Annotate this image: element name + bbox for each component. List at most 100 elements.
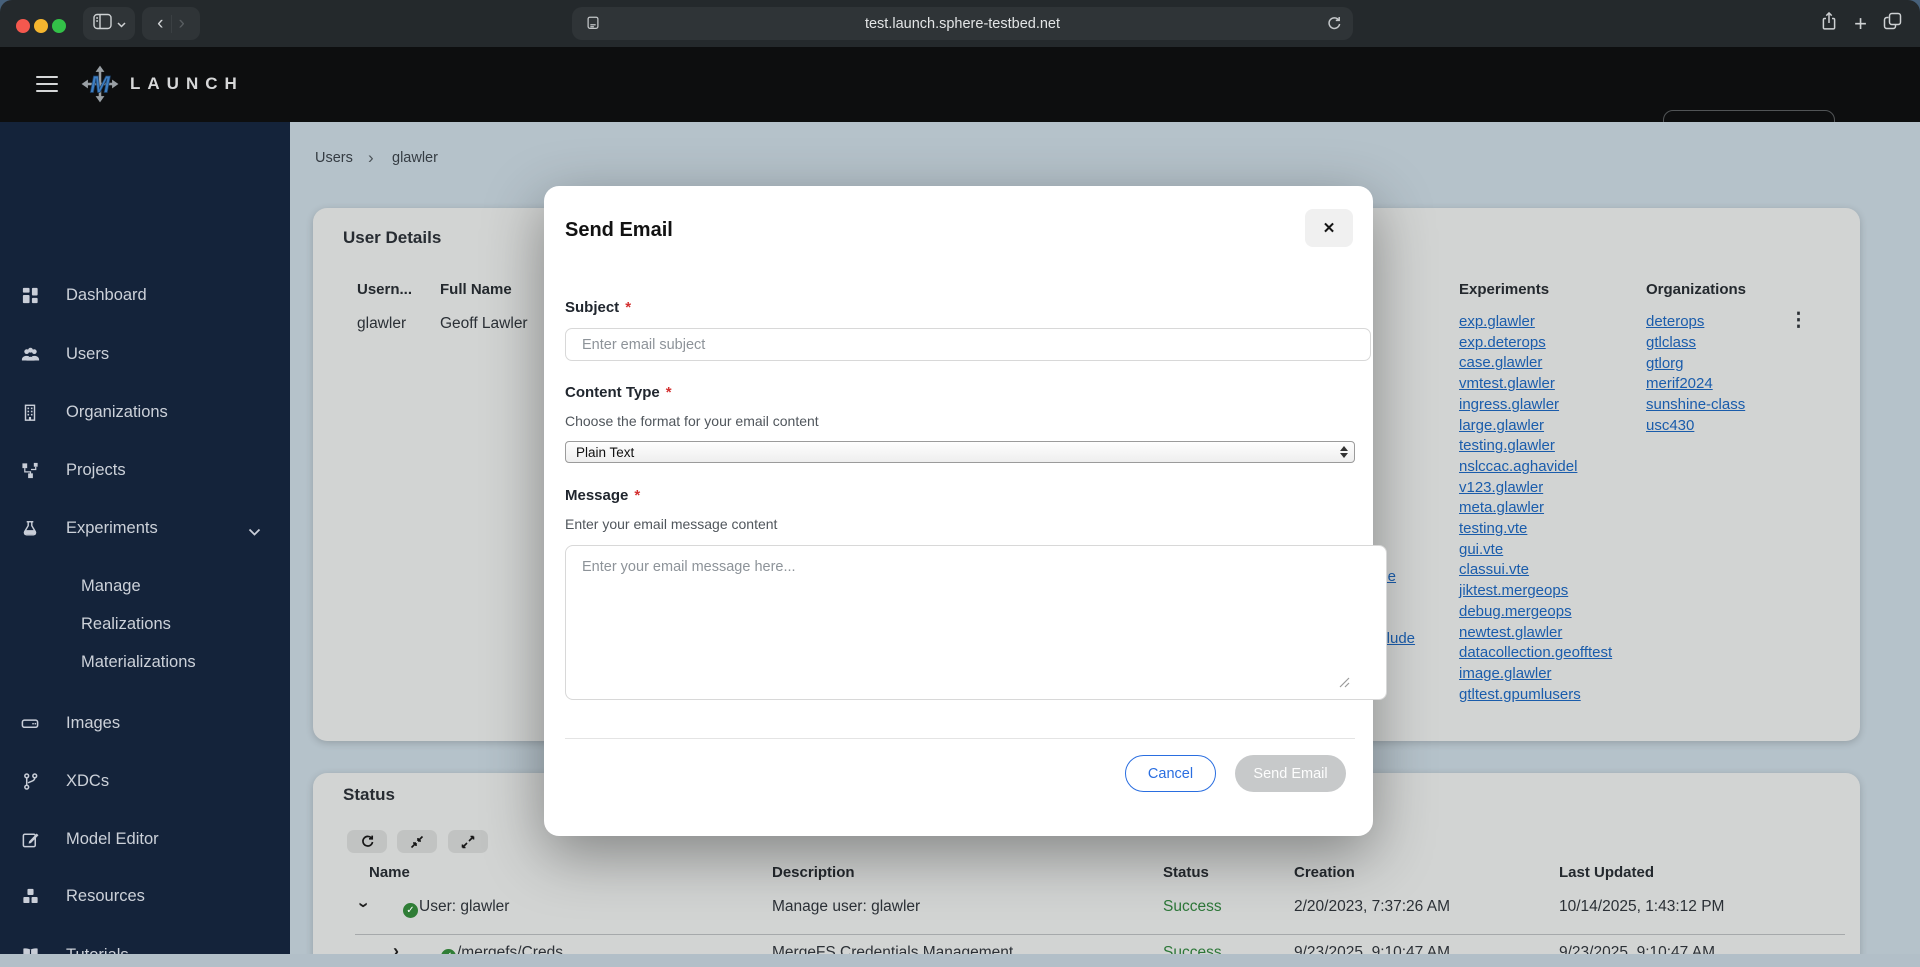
expand-all-button[interactable] bbox=[448, 830, 488, 853]
share-icon[interactable] bbox=[1820, 11, 1838, 36]
breadcrumb-current: glawler bbox=[392, 150, 438, 166]
refresh-icon bbox=[361, 835, 373, 847]
sidebar-item-materializations[interactable]: Materializations bbox=[0, 642, 290, 682]
send-email-button[interactable]: Send Email bbox=[1235, 755, 1346, 792]
sidebar-item-experiments[interactable]: Experiments bbox=[0, 508, 290, 548]
sidebar-item-resources[interactable]: Resources bbox=[0, 876, 290, 916]
close-button[interactable]: ✕ bbox=[1305, 209, 1353, 247]
cell-fullname: Geoff Lawler bbox=[440, 315, 528, 332]
experiment-link[interactable]: vmtest.glawler bbox=[1459, 374, 1612, 395]
organization-link[interactable]: merif2024 bbox=[1646, 374, 1745, 395]
content-type-select[interactable]: Plain Text bbox=[565, 441, 1355, 463]
git-branch-icon bbox=[18, 772, 42, 791]
row-divider bbox=[355, 934, 1845, 935]
required-marker: * bbox=[625, 299, 632, 316]
svg-text:M: M bbox=[90, 71, 111, 98]
sidebar-item-images[interactable]: Images bbox=[0, 703, 290, 743]
experiment-link[interactable]: nslccac.aghavidel bbox=[1459, 457, 1612, 478]
experiment-link[interactable]: exp.glawler bbox=[1459, 312, 1612, 333]
sidebar-item-dashboard[interactable]: Dashboard bbox=[0, 275, 290, 315]
sidebar-item-projects[interactable]: Projects bbox=[0, 450, 290, 490]
new-tab-icon[interactable]: + bbox=[1854, 12, 1867, 34]
kebab-menu-icon[interactable]: ⋮ bbox=[1789, 311, 1808, 330]
status-badge: Success bbox=[1163, 898, 1222, 915]
experiment-link[interactable]: v123.glawler bbox=[1459, 478, 1612, 499]
experiment-link[interactable]: gui.vte bbox=[1459, 540, 1612, 561]
column-header-last-updated: Last Updated bbox=[1559, 864, 1655, 881]
sidebar-item-label: Resources bbox=[66, 886, 145, 905]
sidebar-item-model-editor[interactable]: Model Editor bbox=[0, 819, 290, 859]
flask-icon bbox=[18, 519, 42, 538]
collapse-all-button[interactable] bbox=[397, 830, 437, 853]
organization-link[interactable]: gtlclass bbox=[1646, 333, 1745, 354]
experiment-link[interactable]: case.glawler bbox=[1459, 353, 1612, 374]
breadcrumb-users[interactable]: Users bbox=[315, 150, 353, 166]
sidebar-item-manage[interactable]: Manage bbox=[0, 566, 290, 606]
required-marker: * bbox=[634, 487, 641, 504]
experiment-link[interactable]: gtltest.gpumlusers bbox=[1459, 685, 1612, 706]
organization-link[interactable]: sunshine-class bbox=[1646, 395, 1745, 416]
forward-button[interactable]: › bbox=[172, 7, 192, 40]
chevron-down-icon[interactable]: › bbox=[354, 902, 374, 908]
message-textarea[interactable] bbox=[565, 545, 1387, 700]
send-email-dialog: Send Email ✕ Subject* Content Type* Choo… bbox=[544, 186, 1387, 836]
experiment-link[interactable]: meta.glawler bbox=[1459, 498, 1612, 519]
experiment-link[interactable]: debug.mergeops bbox=[1459, 602, 1612, 623]
tab-overview-icon[interactable] bbox=[1883, 12, 1902, 35]
dialog-footer-divider bbox=[565, 738, 1355, 739]
success-check-icon: ✓ bbox=[403, 903, 418, 918]
page-reader-icon[interactable] bbox=[585, 15, 601, 35]
experiment-link[interactable]: newtest.glawler bbox=[1459, 623, 1612, 644]
history-nav: ‹ › bbox=[142, 7, 200, 40]
experiment-link[interactable]: ingress.glawler bbox=[1459, 395, 1612, 416]
experiment-link[interactable]: large.glawler bbox=[1459, 416, 1612, 437]
row-creation: 2/20/2023, 7:37:26 AM bbox=[1294, 898, 1450, 915]
sidebar-item-users[interactable]: Users bbox=[0, 334, 290, 374]
row-name: ✓ User: glawler bbox=[403, 898, 509, 918]
reload-icon[interactable] bbox=[1326, 15, 1342, 35]
projects-schema-icon bbox=[18, 461, 42, 480]
menu-icon[interactable] bbox=[36, 73, 58, 95]
window-close-button[interactable] bbox=[16, 19, 30, 33]
column-header-name: Name bbox=[369, 864, 410, 881]
chevron-down-icon[interactable] bbox=[248, 522, 261, 541]
address-bar[interactable]: test.launch.sphere-testbed.net bbox=[572, 7, 1353, 40]
column-header-creation: Creation bbox=[1294, 864, 1355, 881]
sidebar-item-organizations[interactable]: Organizations bbox=[0, 392, 290, 432]
experiment-link[interactable]: datacollection.geofftest bbox=[1459, 643, 1612, 664]
experiment-link[interactable]: image.glawler bbox=[1459, 664, 1612, 685]
required-marker: * bbox=[665, 384, 672, 401]
resize-grip-icon[interactable] bbox=[1339, 675, 1350, 693]
sidebar-item-label: Projects bbox=[66, 460, 126, 479]
column-header-fullname: Full Name bbox=[440, 281, 512, 298]
experiment-link[interactable]: classui.vte bbox=[1459, 560, 1612, 581]
organization-link[interactable]: gtlorg bbox=[1646, 354, 1745, 375]
sidebar-panel-icon bbox=[92, 13, 112, 35]
window-minimize-button[interactable] bbox=[34, 19, 48, 33]
selected-option: Plain Text bbox=[576, 444, 635, 460]
experiments-link-list: exp.glawler exp.deterops case.glawler vmtes… bbox=[1459, 312, 1612, 705]
browser-sidebar-toggle[interactable] bbox=[83, 7, 135, 40]
back-button[interactable]: ‹ bbox=[150, 7, 170, 40]
page-bottom-strip bbox=[0, 954, 1920, 967]
sidebar-item-label: Realizations bbox=[81, 614, 171, 633]
sidebar-item-xdcs[interactable]: XDCs bbox=[0, 761, 290, 801]
sidebar: Dashboard Users Organizations Projects E… bbox=[0, 122, 290, 964]
organization-link[interactable]: usc430 bbox=[1646, 416, 1745, 437]
experiment-link[interactable]: testing.vte bbox=[1459, 519, 1612, 540]
organization-link[interactable]: deterops bbox=[1646, 312, 1745, 333]
experiment-link[interactable]: exp.deterops bbox=[1459, 333, 1612, 354]
organizations-link-list: deterops gtlclass gtlorg merif2024 sunshine-… bbox=[1646, 312, 1745, 437]
column-header-username: Usern... bbox=[357, 281, 413, 298]
brand-text: LAUNCH bbox=[130, 74, 244, 93]
collapse-icon bbox=[410, 835, 424, 848]
subject-input[interactable] bbox=[565, 328, 1371, 361]
refresh-button[interactable] bbox=[347, 830, 387, 853]
window-zoom-button[interactable] bbox=[52, 19, 66, 33]
experiment-link[interactable]: testing.glawler bbox=[1459, 436, 1612, 457]
sidebar-item-realizations[interactable]: Realizations bbox=[0, 604, 290, 644]
cancel-button[interactable]: Cancel bbox=[1125, 755, 1216, 792]
app-logo[interactable]: M LAUNCH bbox=[80, 64, 244, 104]
experiment-link[interactable]: jiktest.mergeops bbox=[1459, 581, 1612, 602]
organization-building-icon bbox=[18, 403, 42, 422]
